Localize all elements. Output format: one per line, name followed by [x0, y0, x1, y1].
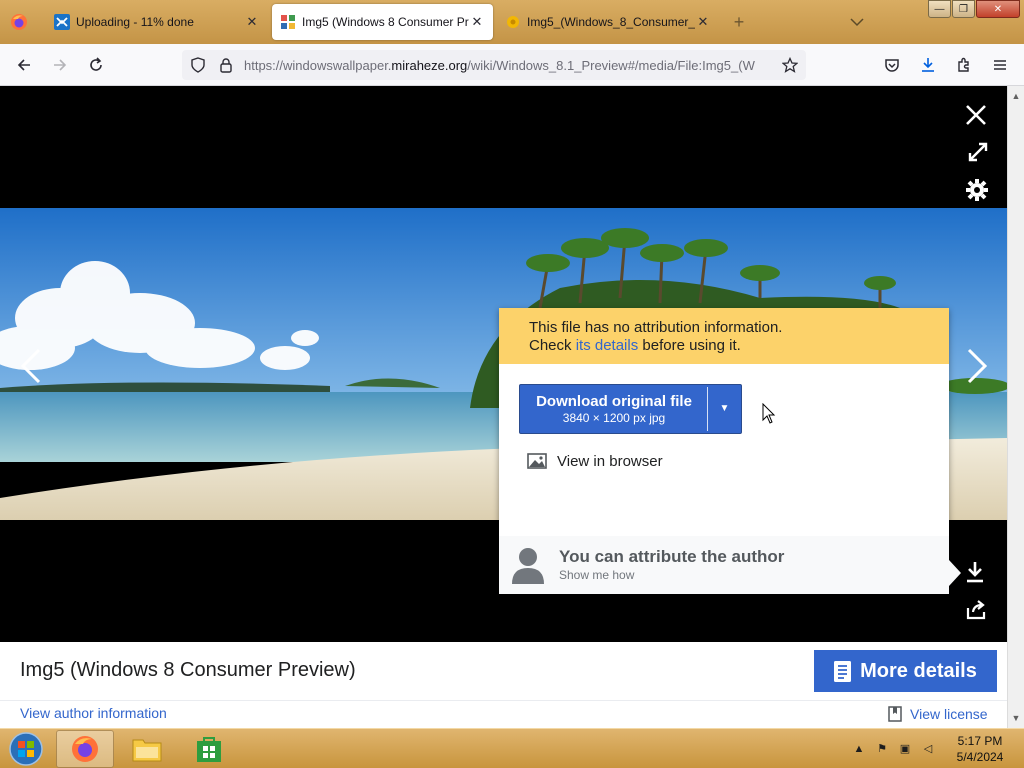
file-title: Img5 (Windows 8 Consumer Preview) [20, 659, 356, 681]
taskbar-file-explorer[interactable] [118, 730, 176, 768]
tab-close-icon[interactable]: ✕ [244, 14, 260, 30]
store-bag-icon [197, 737, 221, 762]
document-icon [834, 660, 852, 682]
view-license-link[interactable]: View license [888, 706, 988, 722]
navigation-toolbar: https://windowswallpaper.miraheze.org/wi… [0, 44, 1024, 86]
volume-muted-icon[interactable]: ◁ [921, 742, 935, 756]
gear-favicon-icon [505, 14, 521, 30]
tab-title: Img5 (Windows 8 Consumer Pr [302, 15, 469, 29]
show-hidden-icons-icon[interactable]: ▲ [852, 742, 866, 756]
extensions-button[interactable] [952, 53, 976, 77]
download-original-button[interactable]: Download original file 3840 × 1200 px jp… [519, 384, 742, 434]
windows-taskbar: ▲ ⚑ ▣ ◁ 5:17 PM 5/4/2024 [0, 728, 1024, 768]
tab-title: Uploading - 11% done [76, 15, 194, 29]
close-viewer-icon[interactable] [962, 101, 990, 129]
taskbar-clock[interactable]: 5:17 PM 5/4/2024 [950, 733, 1010, 765]
hamburger-menu-icon [994, 60, 1006, 70]
gear-icon[interactable] [963, 176, 991, 204]
lock-icon[interactable] [218, 57, 234, 73]
attribution-warning: This file has no attribution information… [499, 308, 949, 364]
show-me-how-link[interactable]: Show me how [559, 568, 634, 582]
back-button[interactable] [12, 53, 36, 77]
upload-site-icon [54, 14, 70, 30]
restore-button[interactable]: ❐ [952, 0, 975, 18]
image-icon [527, 453, 547, 469]
tab-strip: Uploading - 11% done ✕ Img5 (Windows 8 C… [0, 0, 1024, 44]
app-menu-button[interactable] [988, 53, 1012, 77]
pocket-button[interactable] [880, 53, 904, 77]
reload-button[interactable] [84, 53, 108, 77]
firefox-view-icon[interactable] [8, 11, 30, 33]
address-bar[interactable]: https://windowswallpaper.miraheze.org/wi… [182, 50, 806, 80]
clock-time: 5:17 PM [957, 734, 1003, 748]
action-center-flag-icon[interactable]: ⚑ [875, 742, 889, 756]
user-avatar-icon [512, 548, 544, 584]
pocket-icon [885, 59, 899, 72]
more-details-button[interactable]: More details [814, 650, 997, 692]
minimize-button[interactable]: — [928, 0, 951, 18]
taskbar-firefox[interactable] [56, 730, 114, 768]
url-text[interactable]: https://windowswallpaper.miraheze.org/wi… [244, 58, 774, 73]
license-icon [888, 706, 902, 722]
fullscreen-icon[interactable] [964, 138, 992, 166]
next-image-icon[interactable] [962, 348, 992, 384]
folder-icon [132, 739, 162, 762]
tab-img5-file[interactable]: Img5_(Windows_8_Consumer_ ✕ [497, 4, 719, 40]
back-arrow-icon [17, 59, 30, 71]
share-icon[interactable] [962, 596, 990, 624]
file-info-bar: Img5 (Windows 8 Consumer Preview) More d… [0, 642, 1007, 728]
tab-close-icon[interactable]: ✕ [695, 14, 711, 30]
downloads-button[interactable] [916, 53, 940, 77]
divider [0, 700, 1007, 701]
start-button[interactable] [6, 730, 46, 768]
previous-image-icon[interactable] [16, 348, 46, 384]
new-tab-button[interactable]: + [728, 12, 750, 34]
tracking-shield-icon[interactable] [190, 57, 206, 73]
window-controls: — ❐ ✕ [927, 0, 1020, 20]
download-arrow-icon [922, 58, 934, 72]
reload-icon [90, 57, 102, 71]
puzzle-piece-icon [958, 57, 969, 72]
scroll-down-icon[interactable]: ▼ [1008, 710, 1024, 726]
forward-button[interactable] [48, 53, 72, 77]
tab-img5-media[interactable]: Img5 (Windows 8 Consumer Pr ✕ [272, 4, 493, 40]
wiki-image-icon [280, 14, 296, 30]
download-meta: 3840 × 1200 px jpg [562, 411, 666, 425]
windows-logo-icon [9, 732, 43, 766]
page-scrollbar[interactable]: ▲ ▼ [1007, 86, 1024, 728]
forward-arrow-icon [54, 59, 67, 71]
download-panel: This file has no attribution information… [499, 308, 961, 594]
attribute-title: You can attribute the author [559, 547, 785, 566]
view-in-browser-link[interactable]: View in browser [527, 450, 663, 472]
download-icon[interactable] [961, 558, 989, 586]
download-label: Download original file [536, 393, 692, 410]
firefox-icon [72, 736, 98, 762]
network-icon[interactable]: ▣ [898, 742, 912, 756]
mouse-cursor-icon [762, 403, 776, 424]
attribute-author-section[interactable]: You can attribute the author Show me how [499, 536, 949, 594]
tab-close-icon[interactable]: ✕ [469, 14, 485, 30]
close-window-button[interactable]: ✕ [976, 0, 1020, 18]
scroll-up-icon[interactable]: ▲ [1008, 88, 1024, 104]
download-options-caret[interactable]: ▼ [708, 385, 741, 433]
its-details-link[interactable]: its details [576, 337, 639, 354]
bookmark-star-icon[interactable] [781, 56, 799, 73]
tab-title: Img5_(Windows_8_Consumer_ [527, 15, 695, 29]
taskbar-store[interactable] [180, 730, 238, 768]
list-all-tabs-icon[interactable] [848, 14, 866, 30]
system-tray: ▲ ⚑ ▣ ◁ [852, 741, 944, 757]
view-author-link[interactable]: View author information [20, 705, 167, 721]
tab-uploading[interactable]: Uploading - 11% done ✕ [46, 4, 268, 40]
clock-date: 5/4/2024 [956, 750, 1004, 764]
